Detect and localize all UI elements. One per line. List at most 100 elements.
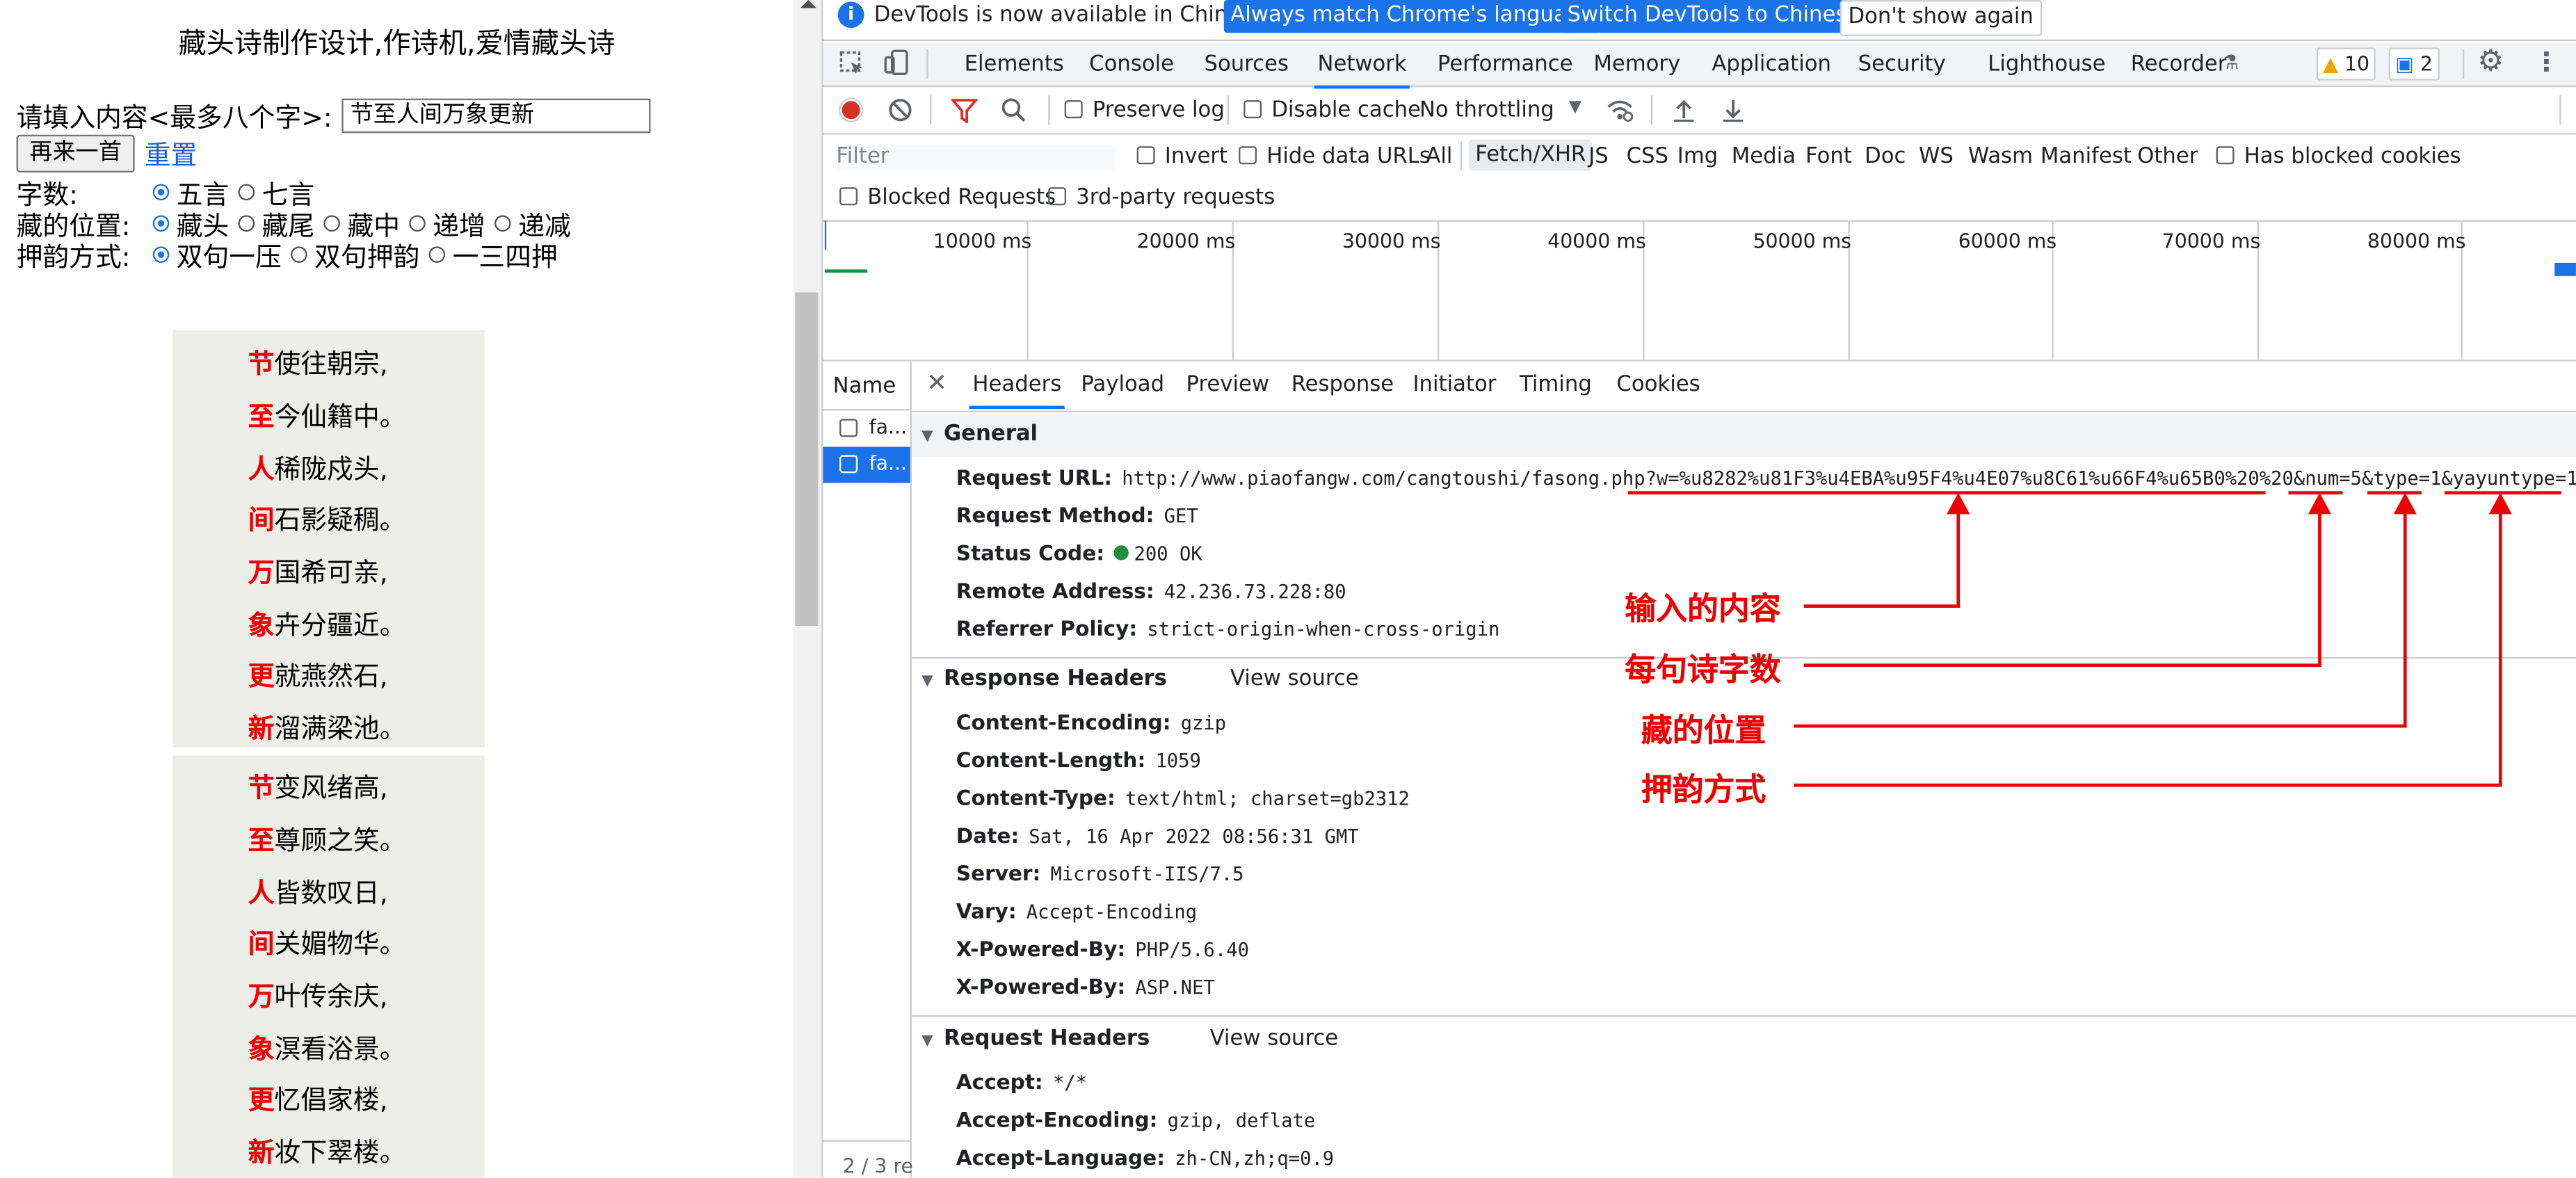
tab-headers[interactable]: Headers bbox=[969, 373, 1065, 410]
radio-middle[interactable] bbox=[324, 215, 341, 232]
header-value[interactable]: Microsoft-IIS/7.5 bbox=[1050, 862, 1243, 885]
chevron-down-icon[interactable]: ▼ bbox=[1569, 99, 1581, 117]
header-value[interactable]: gzip, deflate bbox=[1168, 1108, 1316, 1131]
radio-five[interactable] bbox=[153, 184, 170, 201]
tab-memory[interactable]: Memory bbox=[1593, 53, 1680, 77]
view-source-link[interactable]: View source bbox=[1230, 667, 1359, 691]
checkbox-box[interactable] bbox=[1243, 100, 1262, 119]
request-row[interactable]: fa... bbox=[823, 411, 910, 447]
tab-application[interactable]: Application bbox=[1712, 53, 1831, 77]
tab-console[interactable]: Console bbox=[1089, 53, 1174, 77]
tab-sources[interactable]: Sources bbox=[1204, 53, 1289, 77]
network-conditions-icon[interactable] bbox=[1605, 97, 1635, 123]
name-column-header[interactable]: Name bbox=[833, 375, 896, 399]
request-row-selected[interactable]: fa... bbox=[823, 446, 910, 483]
general-section-header[interactable]: ▼ General bbox=[912, 414, 2576, 457]
tab-payload[interactable]: Payload bbox=[1081, 373, 1164, 397]
header-value[interactable]: 1059 bbox=[1155, 749, 1200, 772]
header-value[interactable]: 42.236.73.228:80 bbox=[1164, 580, 1346, 603]
type-doc[interactable]: Doc bbox=[1865, 145, 1906, 169]
header-value[interactable]: ASP.NET bbox=[1135, 976, 1214, 999]
request-headers-section-header[interactable]: ▼ Request Headers View source bbox=[912, 1019, 2576, 1061]
type-font[interactable]: Font bbox=[1805, 145, 1852, 169]
type-all[interactable]: All bbox=[1426, 145, 1452, 169]
header-value[interactable]: strict-origin-when-cross-origin bbox=[1147, 618, 1499, 640]
export-har-icon[interactable] bbox=[1722, 97, 1745, 123]
header-value[interactable]: 200 OK bbox=[1134, 542, 1202, 565]
header-value[interactable]: */* bbox=[1053, 1071, 1087, 1094]
filter-icon[interactable] bbox=[951, 99, 978, 124]
reset-link[interactable]: 重置 bbox=[145, 133, 198, 172]
gear-icon[interactable]: ⚙ bbox=[2477, 45, 2504, 79]
header-value[interactable]: Sat, 16 Apr 2022 08:56:31 GMT bbox=[1029, 825, 1358, 848]
radio-seven[interactable] bbox=[239, 184, 256, 201]
dont-show-button[interactable]: Don't show again bbox=[1840, 0, 2042, 36]
radio-rhyme-2[interactable] bbox=[291, 246, 308, 263]
page-scrollbar-thumb[interactable] bbox=[795, 292, 819, 626]
throttling-select[interactable]: No throttling bbox=[1419, 99, 1554, 123]
type-manifest[interactable]: Manifest bbox=[2040, 145, 2132, 169]
tab-network[interactable]: Network bbox=[1314, 53, 1411, 89]
tab-initiator[interactable]: Initiator bbox=[1412, 373, 1496, 397]
invert-checkbox[interactable]: Invert bbox=[1136, 145, 1227, 169]
view-source-link[interactable]: View source bbox=[1210, 1026, 1339, 1051]
type-other[interactable]: Other bbox=[2137, 145, 2198, 169]
header-value[interactable]: GET bbox=[1164, 504, 1198, 527]
timeline-overview[interactable]: 10000 ms 20000 ms 30000 ms 40000 ms 5000… bbox=[823, 220, 2576, 362]
header-value[interactable]: gzip bbox=[1181, 711, 1226, 734]
tab-cookies[interactable]: Cookies bbox=[1616, 373, 1700, 397]
radio-head[interactable] bbox=[153, 215, 170, 232]
tab-elements[interactable]: Elements bbox=[965, 53, 1064, 77]
header-value[interactable]: text/html; charset=gb2312 bbox=[1125, 786, 1410, 809]
search-icon[interactable] bbox=[1001, 97, 1027, 123]
checkbox-box[interactable] bbox=[1136, 146, 1155, 165]
import-har-icon[interactable] bbox=[1673, 97, 1696, 123]
again-button[interactable]: 再来一首 bbox=[16, 134, 135, 172]
type-img[interactable]: Img bbox=[1677, 145, 1718, 169]
switch-chinese-button[interactable]: Switch DevTools to Chinese bbox=[1561, 0, 1867, 33]
header-value[interactable]: PHP/5.6.40 bbox=[1135, 938, 1249, 961]
tab-preview[interactable]: Preview bbox=[1186, 373, 1270, 397]
type-wasm[interactable]: Wasm bbox=[1968, 145, 2033, 169]
tab-recorder[interactable]: Recorder bbox=[2131, 53, 2227, 77]
checkbox-box[interactable] bbox=[2216, 146, 2235, 165]
header-value[interactable]: zh-CN,zh;q=0.9 bbox=[1175, 1147, 1334, 1170]
type-css[interactable]: CSS bbox=[1627, 145, 1668, 169]
content-input[interactable]: 节至人间万象更新 bbox=[341, 97, 651, 133]
preserve-log-checkbox[interactable]: Preserve log bbox=[1064, 99, 1225, 123]
radio-tail[interactable] bbox=[239, 215, 256, 232]
tab-performance[interactable]: Performance bbox=[1438, 53, 1573, 77]
device-toggle-icon[interactable] bbox=[884, 49, 910, 77]
type-ws[interactable]: WS bbox=[1919, 145, 1954, 169]
type-media[interactable]: Media bbox=[1732, 145, 1796, 169]
warnings-badge[interactable]: ▲ 10 bbox=[2316, 47, 2376, 81]
checkbox-box[interactable] bbox=[1239, 146, 1257, 165]
type-js[interactable]: JS bbox=[1588, 145, 1609, 169]
header-value[interactable]: Accept-Encoding bbox=[1027, 900, 1197, 923]
hide-data-urls-checkbox[interactable]: Hide data URLs bbox=[1239, 145, 1431, 169]
radio-decrease[interactable] bbox=[495, 215, 512, 232]
record-icon[interactable] bbox=[838, 97, 864, 123]
header-value[interactable]: http://www.piaofangw.com/cangtoushi/faso… bbox=[1122, 467, 2576, 490]
radio-rhyme-1[interactable] bbox=[153, 246, 170, 263]
more-options-icon[interactable]: ⋮ bbox=[2534, 46, 2560, 77]
filter-input[interactable]: Filter bbox=[836, 144, 1116, 171]
disable-cache-checkbox[interactable]: Disable cache bbox=[1243, 99, 1421, 123]
tab-lighthouse[interactable]: Lighthouse bbox=[1988, 53, 2105, 77]
blocked-cookies-checkbox[interactable]: Has blocked cookies bbox=[2216, 145, 2461, 169]
clear-icon[interactable] bbox=[887, 97, 914, 123]
blocked-requests-checkbox[interactable]: Blocked Requests bbox=[839, 186, 1056, 210]
radio-rhyme-3[interactable] bbox=[429, 246, 446, 263]
inspect-icon[interactable] bbox=[839, 51, 866, 77]
third-party-checkbox[interactable]: 3rd-party requests bbox=[1048, 186, 1275, 210]
radio-increase[interactable] bbox=[410, 215, 426, 232]
tab-security[interactable]: Security bbox=[1858, 53, 1946, 77]
match-language-button[interactable]: Always match Chrome's language bbox=[1223, 0, 1600, 33]
response-headers-section-header[interactable]: ▼ Response Headers View source bbox=[912, 659, 2576, 701]
type-fetch-xhr[interactable]: Fetch/XHR bbox=[1468, 139, 1593, 171]
messages-badge[interactable]: ▣ 2 bbox=[2388, 47, 2440, 81]
checkbox-box[interactable] bbox=[1048, 187, 1067, 206]
close-icon[interactable]: ✕ bbox=[926, 368, 947, 398]
tab-timing[interactable]: Timing bbox=[1520, 373, 1592, 397]
scroll-up-icon[interactable] bbox=[800, 0, 817, 8]
